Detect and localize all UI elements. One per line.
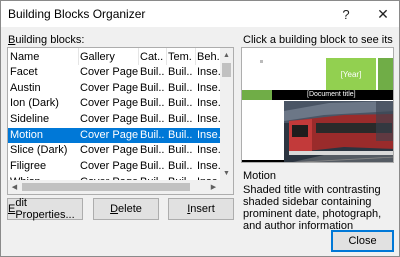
row-behavior: Inse... [197,144,220,157]
scroll-down-icon[interactable]: ▼ [220,166,233,180]
preview-green-edge [378,58,393,90]
column-divider[interactable] [166,48,167,65]
row-category: Buil... [140,66,164,78]
row-name: Sideline [10,113,50,126]
scroll-right-icon[interactable]: ▶ [207,180,220,194]
row-template: Buil... [168,113,192,126]
list-item-selected[interactable]: Motion Cover Pages Buil... Buil... Inse.… [8,127,220,144]
selected-block-name: Motion [243,170,277,182]
row-behavior: Inse... [197,113,220,126]
list-header: Name Gallery Cat... Tem... Beh... [8,48,220,65]
vertical-scroll-thumb[interactable] [222,63,231,77]
row-behavior: Inse... [197,160,220,173]
column-header-behavior[interactable]: Beh... [197,51,220,63]
row-gallery: Cover Pages [80,144,138,157]
row-template: Buil... [168,144,192,157]
column-header-gallery[interactable]: Gallery [80,51,138,63]
scroll-left-icon[interactable]: ◀ [8,180,21,194]
preview-mark [260,60,263,63]
dialog-title: Building Blocks Organizer [8,7,146,21]
column-header-category[interactable]: Cat... [140,51,164,63]
selected-block-description: Shaded title with contrasting shaded sid… [243,184,382,232]
row-template: Buil... [168,81,192,94]
preview-year-box: [Year] [326,58,376,90]
block-preview: [Year] [Document title] [241,47,394,163]
column-divider[interactable] [78,48,79,65]
list-item[interactable]: Filigree Cover Pages Buil... Buil... Ins… [8,159,220,175]
row-behavior: Inse... [197,66,220,78]
row-name: Ion (Dark) [10,97,59,110]
row-category: Buil... [140,144,164,157]
column-header-name[interactable]: Name [10,51,78,63]
horizontal-scrollbar[interactable]: ◀ ▶ [8,180,220,194]
preview-document-title: [Document title] [307,91,356,98]
building-blocks-organizer-dialog: Building Blocks Organizer ? ✕ Building b… [0,0,400,257]
row-template: Buil... [168,160,192,173]
row-behavior: Inse... [197,97,220,110]
preview-footer-bar [242,160,284,162]
row-gallery: Cover Pages [80,160,138,173]
preview-sidebar [242,101,284,162]
row-name: Motion [10,128,44,141]
row-category: Buil... [140,128,164,141]
horizontal-scroll-thumb[interactable] [22,183,190,191]
list-item[interactable]: Slice (Dark) Cover Pages Buil... Buil...… [8,143,220,159]
insert-button[interactable]: Insert [168,198,234,220]
scroll-up-icon[interactable]: ▲ [220,48,233,62]
building-blocks-list[interactable]: Name Gallery Cat... Tem... Beh... Facet … [7,47,234,195]
delete-button[interactable]: Delete [93,198,159,220]
row-name: Filigree [10,160,47,173]
row-name: Austin [10,81,41,94]
row-category: Buil... [140,81,164,94]
row-gallery: Cover Pages [80,66,138,78]
list-item[interactable]: Facet Cover Pages Buil... Buil... Inse..… [8,65,220,81]
column-divider[interactable] [195,48,196,65]
list-item[interactable]: Ion (Dark) Cover Pages Buil... Buil... I… [8,96,220,112]
building-blocks-label: Building blocks: [8,34,85,46]
vertical-scrollbar[interactable]: ▲ ▼ [220,48,233,180]
row-gallery: Cover Pages [80,81,138,94]
edit-properties-button[interactable]: Edit Properties... [7,197,83,221]
preview-train-photo [284,101,393,162]
row-category: Buil... [140,113,164,126]
row-gallery: Cover Pages [80,128,138,141]
row-template: Buil... [168,66,192,78]
help-button[interactable]: ? [331,1,361,27]
close-icon[interactable]: ✕ [368,1,398,27]
close-button[interactable]: Close [331,230,394,252]
row-category: Buil... [140,160,164,173]
row-template: Buil... [168,97,192,110]
row-name: Slice (Dark) [10,144,68,157]
list-item[interactable]: Austin Cover Pages Buil... Buil... Inse.… [8,81,220,97]
list-rows: Facet Cover Pages Buil... Buil... Inse..… [8,65,220,191]
row-gallery: Cover Pages [80,113,138,126]
row-category: Buil... [140,97,164,110]
row-name: Facet [10,66,38,78]
row-behavior: Inse... [197,81,220,94]
scrollbar-corner [220,180,233,194]
column-divider[interactable] [138,48,139,65]
row-behavior: Inse... [197,128,220,141]
row-gallery: Cover Pages [80,97,138,110]
row-template: Buil... [168,128,192,141]
title-bar: Building Blocks Organizer ? ✕ [1,1,399,27]
list-item[interactable]: Sideline Cover Pages Buil... Buil... Ins… [8,112,220,128]
column-header-template[interactable]: Tem... [168,51,192,63]
preview-bar-accent [242,90,272,100]
